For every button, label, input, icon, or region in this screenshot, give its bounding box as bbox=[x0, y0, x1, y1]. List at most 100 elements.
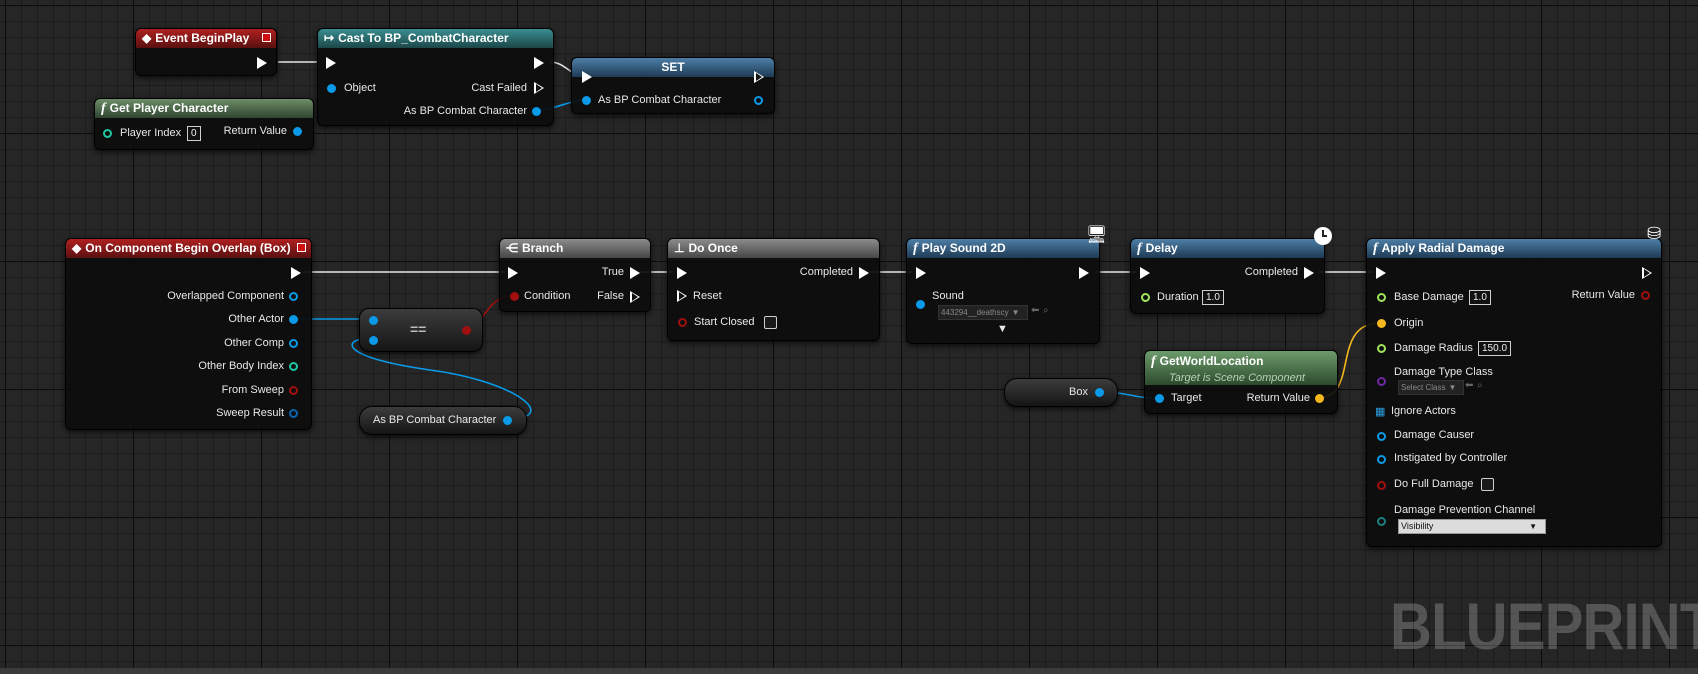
event-diamond-icon: ◆ bbox=[142, 31, 152, 45]
object-label: Object bbox=[344, 82, 376, 94]
node-title: Apply Radial Damage bbox=[1381, 241, 1505, 255]
duration-pin[interactable] bbox=[1141, 293, 1150, 302]
set-variable-node[interactable]: SET As BP Combat Character bbox=[571, 57, 775, 114]
as-bp-out-pin[interactable] bbox=[754, 96, 763, 105]
node-header: f GetWorldLocation Target is Scene Compon… bbox=[1145, 351, 1337, 385]
instigated-by-controller-pin[interactable] bbox=[1377, 455, 1386, 464]
event-beginplay-node[interactable]: ◆ Event BeginPlay bbox=[135, 28, 277, 76]
cast-arrow-icon: ↦ bbox=[324, 31, 335, 45]
expand-arrow-icon[interactable]: ▼ bbox=[997, 323, 1008, 335]
start-closed-checkbox[interactable] bbox=[764, 316, 777, 329]
sound-asset-dropdown[interactable]: 443294__deathscy ▼ bbox=[938, 305, 1028, 320]
false-exec-pin[interactable] bbox=[630, 291, 640, 303]
other-actor-pin[interactable] bbox=[289, 315, 298, 324]
exec-in-pin[interactable] bbox=[326, 57, 336, 69]
exec-in-pin[interactable] bbox=[1140, 267, 1150, 279]
damage-causer-pin[interactable] bbox=[1377, 432, 1386, 441]
exec-in-pin[interactable] bbox=[916, 267, 926, 279]
completed-exec-pin[interactable] bbox=[859, 267, 869, 279]
other-comp-pin[interactable] bbox=[289, 339, 298, 348]
origin-label: Origin bbox=[1394, 317, 1424, 329]
as-bp-label: As BP Combat Character bbox=[598, 94, 722, 106]
damage-prevention-channel-pin[interactable] bbox=[1377, 517, 1386, 526]
exec-in-pin[interactable] bbox=[582, 71, 592, 83]
use-asset-arrow-icon[interactable]: ⬅ bbox=[1465, 380, 1473, 391]
exec-out-pin[interactable] bbox=[291, 267, 301, 279]
browse-search-icon[interactable]: ⌕ bbox=[1477, 380, 1483, 391]
base-damage-label: Base Damage bbox=[1394, 291, 1464, 303]
exec-out-pin[interactable] bbox=[534, 57, 544, 69]
delegate-square-icon bbox=[262, 33, 271, 42]
object-pin[interactable] bbox=[327, 84, 336, 93]
array-grid-icon[interactable]: ▦ bbox=[1375, 405, 1385, 418]
sweep-result-pin[interactable] bbox=[289, 409, 298, 418]
from-sweep-pin[interactable] bbox=[289, 386, 298, 395]
player-index-pin[interactable] bbox=[103, 129, 112, 138]
do-full-damage-checkbox[interactable] bbox=[1481, 478, 1494, 491]
play-sound-2d-node[interactable]: f Play Sound 2D Sound 443294__deathscy ▼ ⬅… bbox=[906, 238, 1100, 344]
exec-in-pin[interactable] bbox=[508, 267, 518, 279]
condition-pin[interactable] bbox=[510, 292, 519, 301]
delay-node[interactable]: f Delay Completed Duration 1.0 bbox=[1130, 238, 1325, 314]
return-value-pin[interactable] bbox=[293, 127, 302, 136]
as-bp-combat-character-variable[interactable]: As BP Combat Character bbox=[359, 406, 527, 435]
duration-input[interactable]: 1.0 bbox=[1202, 290, 1224, 305]
node-title: On Component Begin Overlap (Box) bbox=[85, 241, 291, 255]
origin-pin[interactable] bbox=[1377, 319, 1386, 328]
channel-select-dropdown[interactable]: Visibility ▼ bbox=[1398, 519, 1546, 534]
apply-radial-damage-node[interactable]: f Apply Radial Damage Base Damage 1.0 Ret… bbox=[1366, 238, 1662, 547]
exec-in-pin[interactable] bbox=[1376, 267, 1386, 279]
other-body-index-pin[interactable] bbox=[289, 362, 298, 371]
browse-search-icon[interactable]: ⌕ bbox=[1043, 305, 1049, 316]
as-bp-out-pin[interactable] bbox=[532, 107, 541, 116]
base-damage-pin[interactable] bbox=[1377, 293, 1386, 302]
exec-out-pin[interactable] bbox=[754, 71, 764, 83]
overlapped-component-pin[interactable] bbox=[289, 292, 298, 301]
sweep-result-label: Sweep Result bbox=[216, 407, 284, 419]
variable-label: Box bbox=[1069, 386, 1088, 398]
reset-exec-pin[interactable] bbox=[677, 290, 687, 302]
select-class-dropdown[interactable]: Select Class ▼ bbox=[1398, 380, 1464, 395]
node-title: SET bbox=[661, 60, 685, 74]
equals-a-pin[interactable] bbox=[369, 316, 378, 325]
damage-causer-label: Damage Causer bbox=[1394, 429, 1475, 441]
on-component-begin-overlap-node[interactable]: ◆ On Component Begin Overlap (Box) Overla… bbox=[65, 238, 312, 430]
cast-to-node[interactable]: ↦ Cast To BP_CombatCharacter Object Cast … bbox=[317, 28, 554, 126]
box-variable[interactable]: Box bbox=[1004, 378, 1118, 407]
node-title: Delay bbox=[1145, 241, 1178, 255]
use-asset-arrow-icon[interactable]: ⬅ bbox=[1031, 305, 1039, 316]
base-damage-input[interactable]: 1.0 bbox=[1469, 290, 1491, 305]
exec-out-pin[interactable] bbox=[257, 57, 267, 69]
exec-in-pin[interactable] bbox=[677, 267, 687, 279]
player-index-input[interactable]: 0 bbox=[187, 126, 201, 141]
return-value-pin[interactable] bbox=[1315, 394, 1324, 403]
damage-radius-pin[interactable] bbox=[1377, 344, 1386, 353]
blueprint-graph-canvas[interactable]: ◆ Event BeginPlay ↦ Cast To BP_CombatChara… bbox=[0, 0, 1698, 674]
damage-radius-input[interactable]: 150.0 bbox=[1478, 341, 1512, 356]
node-title: Play Sound 2D bbox=[921, 241, 1006, 255]
damage-type-class-pin[interactable] bbox=[1377, 377, 1386, 386]
target-pin[interactable] bbox=[1155, 394, 1164, 403]
start-closed-pin[interactable] bbox=[678, 318, 687, 327]
do-full-damage-pin[interactable] bbox=[1377, 481, 1386, 490]
node-subtitle: Target is Scene Component bbox=[1169, 372, 1305, 384]
get-world-location-node[interactable]: f GetWorldLocation Target is Scene Compon… bbox=[1144, 350, 1338, 414]
function-icon: f bbox=[1137, 241, 1142, 256]
completed-exec-pin[interactable] bbox=[1304, 267, 1314, 279]
true-exec-pin[interactable] bbox=[630, 267, 640, 279]
cast-failed-pin[interactable] bbox=[534, 82, 544, 94]
do-once-node[interactable]: ⊥ Do Once Completed Reset Start Closed bbox=[667, 238, 880, 341]
exec-out-pin[interactable] bbox=[1642, 267, 1652, 279]
sound-pin[interactable] bbox=[916, 300, 925, 309]
as-bp-in-pin[interactable] bbox=[582, 96, 591, 105]
equals-node[interactable]: == bbox=[359, 308, 483, 352]
get-player-character-node[interactable]: f Get Player Character Player Index 0 Ret… bbox=[94, 98, 314, 150]
node-header: ↦ Cast To BP_CombatCharacter bbox=[318, 29, 553, 48]
branch-node[interactable]: ⋲ Branch True Condition False bbox=[499, 238, 651, 312]
variable-out-pin[interactable] bbox=[1095, 388, 1104, 397]
equals-b-pin[interactable] bbox=[369, 336, 378, 345]
return-value-pin[interactable] bbox=[1641, 291, 1650, 300]
equals-out-pin[interactable] bbox=[462, 326, 471, 335]
variable-out-pin[interactable] bbox=[503, 416, 512, 425]
exec-out-pin[interactable] bbox=[1079, 267, 1089, 279]
